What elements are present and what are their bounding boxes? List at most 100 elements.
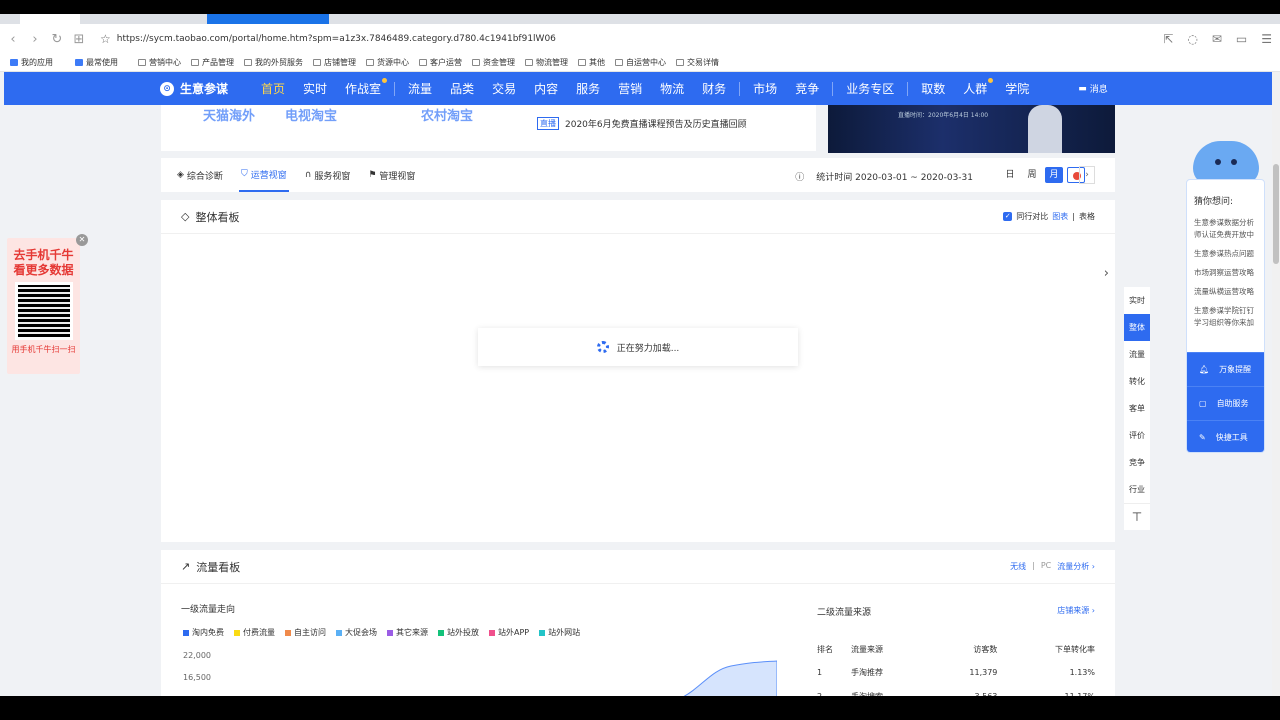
- bookmark-item[interactable]: 其他: [578, 57, 605, 68]
- date-range-label: 统计时间 2020-03-01 ~ 2020-03-31: [816, 173, 973, 183]
- nav-content[interactable]: 内容: [525, 80, 567, 97]
- pc-toggle[interactable]: PC: [1041, 561, 1051, 572]
- tab-diagnosis[interactable]: ◈ 综合诊断: [175, 158, 225, 192]
- wallet-icon[interactable]: ▭: [1236, 32, 1247, 46]
- menu-icon[interactable]: ☰: [1261, 32, 1272, 46]
- nav-war-room[interactable]: 作战室: [336, 78, 390, 97]
- bookmark-item[interactable]: 我的外贸服务: [244, 57, 303, 68]
- nav-trade[interactable]: 交易: [483, 80, 525, 97]
- period-day[interactable]: 日: [1001, 167, 1019, 183]
- messages-button[interactable]: ▬ 消息: [1078, 82, 1108, 96]
- chevron-right-icon[interactable]: ›: [1104, 266, 1109, 281]
- share-icon[interactable]: ⇱: [1163, 32, 1173, 46]
- promo-video[interactable]: 直播时间：2020年6月4日 14:00: [828, 105, 1115, 153]
- period-month[interactable]: 月: [1045, 167, 1063, 183]
- wireless-toggle[interactable]: 无线: [1010, 561, 1026, 572]
- view-table-toggle[interactable]: 表格: [1079, 211, 1095, 222]
- faq-link[interactable]: 生意参谋热点问题: [1187, 248, 1264, 260]
- bookmark-item[interactable]: 自运营中心: [615, 57, 666, 68]
- legend-item[interactable]: 站外网站: [539, 627, 580, 638]
- faq-link[interactable]: 流量纵横运营攻略: [1187, 286, 1264, 298]
- nav-business-zone[interactable]: 业务专区: [837, 80, 903, 97]
- nav-market[interactable]: 市场: [744, 80, 786, 97]
- nav-academy[interactable]: 学院: [996, 80, 1038, 97]
- legend-item[interactable]: 站外投放: [438, 627, 479, 638]
- tab-service[interactable]: ∩ 服务视窗: [303, 158, 353, 192]
- bookmark-item[interactable]: 物流管理: [525, 57, 568, 68]
- brand-link[interactable]: 农村淘宝: [421, 105, 473, 124]
- back-to-top-icon[interactable]: ⊤: [1124, 503, 1150, 530]
- logo[interactable]: ⊙ 生意参谋: [160, 80, 252, 97]
- view-chart-toggle[interactable]: 图表: [1052, 211, 1068, 222]
- quick-tools-button[interactable]: ✎ 快捷工具: [1187, 420, 1264, 452]
- legend-item[interactable]: 大促会场: [336, 627, 377, 638]
- nav-crowd[interactable]: 人群: [954, 78, 996, 97]
- reload-icon[interactable]: ↻: [48, 32, 66, 47]
- sidetab-overall[interactable]: 整体: [1124, 314, 1150, 341]
- compare-checkbox[interactable]: ✓: [1003, 212, 1013, 221]
- bookmark-item[interactable]: 最常使用: [75, 57, 118, 68]
- tab-operation[interactable]: ⛉ 运营视窗: [238, 158, 289, 192]
- browser-tab-active[interactable]: [207, 14, 329, 24]
- bookmark-item[interactable]: 货源中心: [366, 57, 409, 68]
- faq-link[interactable]: 生意参谋数据分析师认证免费开放中: [1187, 217, 1264, 241]
- nav-logistics[interactable]: 物流: [651, 80, 693, 97]
- table-row[interactable]: 2 手淘搜索 3,563 11.17%: [817, 684, 1095, 697]
- bookmark-item[interactable]: 资金管理: [472, 57, 515, 68]
- assistant-header: 猜你想问:: [1194, 197, 1234, 207]
- nav-marketing[interactable]: 营销: [609, 80, 651, 97]
- bookmark-item[interactable]: 店铺管理: [313, 57, 356, 68]
- nav-traffic[interactable]: 流量: [399, 80, 441, 97]
- nav-finance[interactable]: 财务: [693, 80, 735, 97]
- faq-link[interactable]: 市场洞察运营攻略: [1187, 267, 1264, 279]
- extension-icon[interactable]: ◌: [1187, 32, 1197, 46]
- period-week[interactable]: 周: [1023, 167, 1041, 183]
- nav-home[interactable]: 首页: [252, 80, 294, 97]
- sidetab-conversion[interactable]: 转化: [1124, 368, 1150, 395]
- sidetab-traffic[interactable]: 流量: [1124, 341, 1150, 368]
- back-icon[interactable]: ‹: [4, 32, 22, 47]
- url-input[interactable]: https://sycm.taobao.com/portal/home.htm?…: [117, 34, 556, 44]
- bookmark-item[interactable]: 我的应用: [10, 57, 53, 68]
- sidetab-competition[interactable]: 竞争: [1124, 449, 1150, 476]
- table-row[interactable]: 1 手淘推荐 11,379 1.13%: [817, 660, 1095, 684]
- store-source-link[interactable]: 店铺来源 ›: [1057, 605, 1095, 616]
- forward-icon[interactable]: ›: [26, 32, 44, 47]
- self-service-button[interactable]: ▢ 自助服务: [1187, 386, 1264, 420]
- legend-item[interactable]: 其它来源: [387, 627, 428, 638]
- legend-item[interactable]: 淘内免费: [183, 627, 224, 638]
- sidetab-order-value[interactable]: 客单: [1124, 395, 1150, 422]
- next-period-button[interactable]: ›: [1079, 166, 1095, 184]
- sidetab-reviews[interactable]: 评价: [1124, 422, 1150, 449]
- tab-management[interactable]: ⚑ 管理视窗: [366, 158, 417, 192]
- browser-tab[interactable]: [20, 14, 80, 24]
- nav-category[interactable]: 品类: [441, 80, 483, 97]
- legend-item[interactable]: 站外APP: [489, 627, 529, 638]
- reminder-button[interactable]: 🔔︎ 万象提醒: [1187, 352, 1264, 386]
- bookmark-item[interactable]: 产品管理: [191, 57, 234, 68]
- nav-label: 作战室: [345, 82, 382, 96]
- close-icon[interactable]: ✕: [76, 234, 88, 246]
- address-bar: ‹ › ↻ ⊞ ☆ https://sycm.taobao.com/portal…: [0, 24, 1280, 54]
- nav-realtime[interactable]: 实时: [294, 80, 336, 97]
- page-scrollbar[interactable]: [1272, 72, 1280, 696]
- nav-fetch-data[interactable]: 取数: [912, 80, 954, 97]
- news-item[interactable]: 直播 2020年6月免费直播课程预告及历史直播回顾: [537, 117, 747, 130]
- bookmark-item[interactable]: 交易详情: [676, 57, 719, 68]
- nav-service[interactable]: 服务: [567, 80, 609, 97]
- legend-item[interactable]: 自主访问: [285, 627, 326, 638]
- sidetab-industry[interactable]: 行业: [1124, 476, 1150, 503]
- faq-link[interactable]: 生意参谋学院钉钉学习组织等你来加: [1187, 305, 1264, 329]
- legend-item[interactable]: 付费流量: [234, 627, 275, 638]
- brand-link[interactable]: 电视淘宝: [285, 105, 337, 124]
- sidetab-realtime[interactable]: 实时: [1124, 287, 1150, 314]
- traffic-analysis-link[interactable]: 流量分析 ›: [1057, 561, 1095, 572]
- bookmark-star-icon[interactable]: ☆: [100, 32, 111, 46]
- nav-competition[interactable]: 竞争: [786, 80, 828, 97]
- bookmark-item[interactable]: 营销中心: [138, 57, 181, 68]
- apps-icon[interactable]: ⊞: [70, 32, 88, 47]
- scrollbar-thumb[interactable]: [1273, 164, 1279, 264]
- bookmark-item[interactable]: 客户运营: [419, 57, 462, 68]
- mail-icon[interactable]: ✉: [1212, 32, 1222, 46]
- brand-link[interactable]: 天猫海外: [203, 105, 255, 124]
